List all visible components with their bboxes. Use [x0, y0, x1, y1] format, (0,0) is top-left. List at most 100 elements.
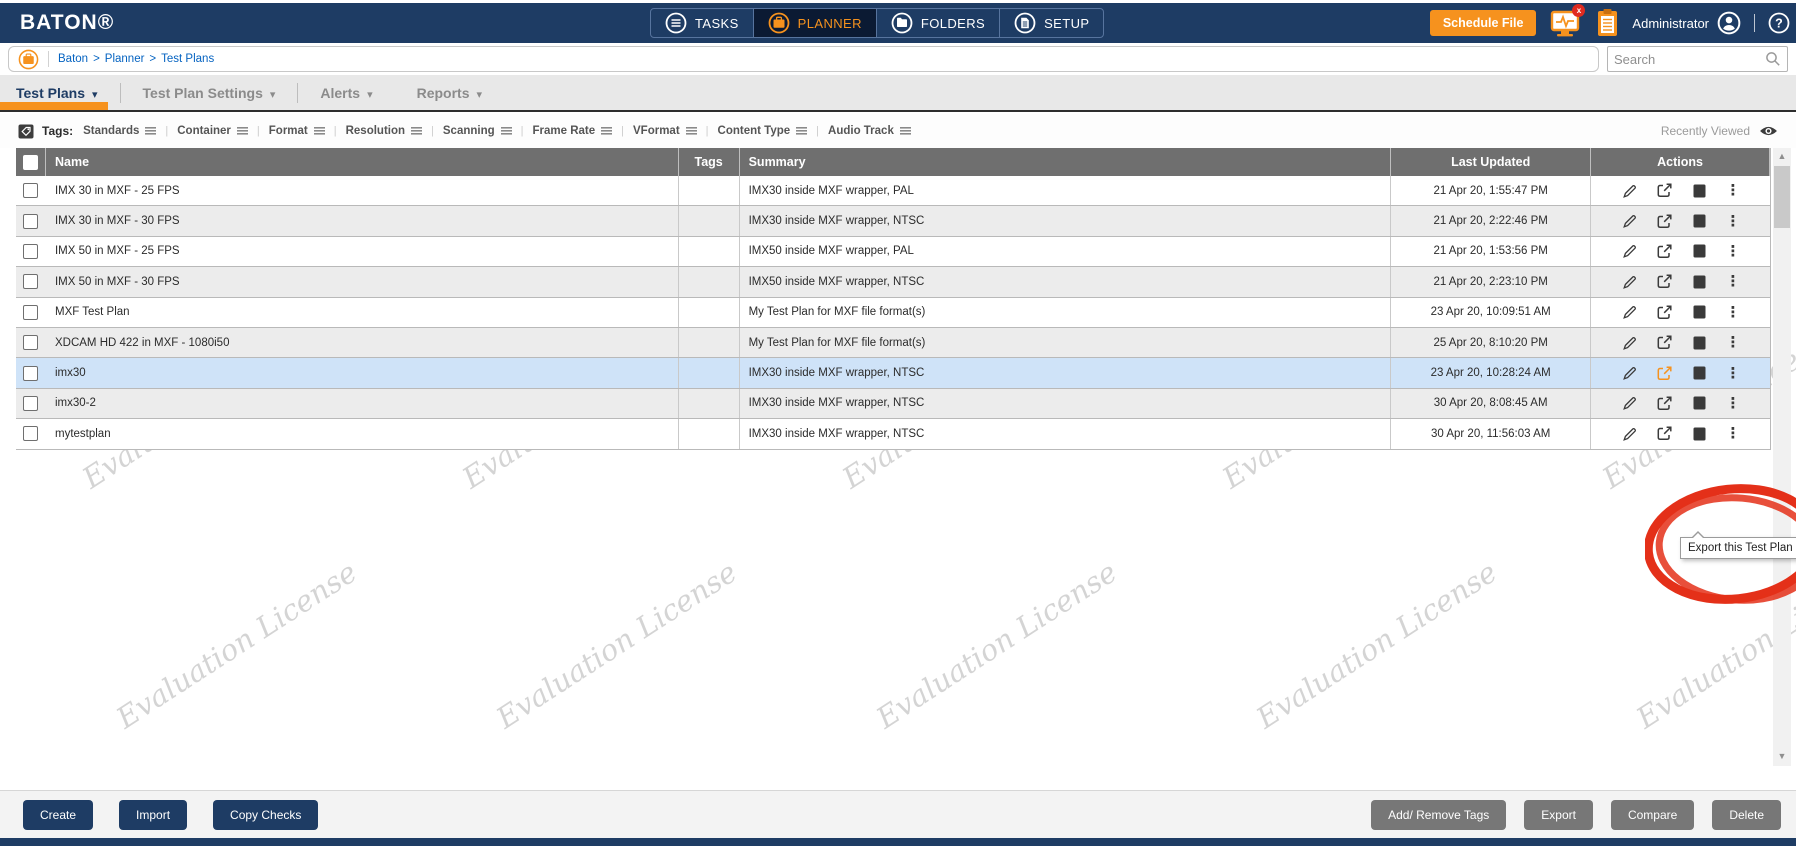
edit-icon[interactable] — [1621, 364, 1639, 382]
add-remove-tags-button[interactable]: Add/ Remove Tags — [1371, 800, 1506, 830]
vertical-scrollbar[interactable]: ▲ ▼ — [1773, 148, 1791, 766]
nav-tab-tasks[interactable]: TASKS — [651, 9, 754, 37]
more-menu-icon[interactable]: ⋮ — [1726, 366, 1741, 381]
copy-checks-button[interactable]: Copy Checks — [213, 800, 318, 830]
tag-filter-content-type[interactable]: Content Type — [718, 125, 808, 137]
more-menu-icon[interactable]: ⋮ — [1726, 335, 1741, 350]
nav-tab-planner[interactable]: PLANNER — [754, 9, 877, 37]
select-all-checkbox[interactable] — [23, 155, 38, 170]
edit-icon[interactable] — [1621, 425, 1639, 443]
more-menu-icon[interactable]: ⋮ — [1726, 183, 1741, 198]
export-icon[interactable] — [1656, 364, 1674, 382]
table-row[interactable]: IMX 30 in MXF - 25 FPS IMX30 inside MXF … — [16, 176, 1770, 206]
edit-icon[interactable] — [1621, 212, 1639, 230]
export-button[interactable]: Export — [1524, 800, 1593, 830]
breadcrumb-link-test-plans[interactable]: Test Plans — [161, 53, 214, 65]
edit-icon[interactable] — [1621, 394, 1639, 412]
breadcrumb-link-planner[interactable]: Planner — [105, 53, 145, 65]
row-checkbox[interactable] — [23, 244, 38, 259]
copy-icon[interactable] — [1691, 425, 1709, 443]
edit-icon[interactable] — [1621, 273, 1639, 291]
column-header-name[interactable]: Name — [46, 148, 679, 176]
nav-tab-folders[interactable]: FOLDERS — [877, 9, 1000, 37]
menu-reports[interactable]: Reports — [417, 85, 482, 101]
row-checkbox[interactable] — [23, 183, 38, 198]
table-row[interactable]: XDCAM HD 422 in MXF - 1080i50 My Test Pl… — [16, 328, 1770, 358]
create-button[interactable]: Create — [23, 800, 93, 830]
edit-icon[interactable] — [1621, 303, 1639, 321]
export-icon[interactable] — [1656, 212, 1674, 230]
table-row[interactable]: IMX 50 in MXF - 30 FPS IMX50 inside MXF … — [16, 267, 1770, 297]
table-row[interactable]: IMX 50 in MXF - 25 FPS IMX50 inside MXF … — [16, 237, 1770, 267]
more-menu-icon[interactable]: ⋮ — [1726, 274, 1741, 289]
tag-filter-resolution[interactable]: Resolution — [346, 125, 422, 137]
row-checkbox[interactable] — [23, 305, 38, 320]
table-row[interactable]: imx30-2 IMX30 inside MXF wrapper, NTSC 3… — [16, 389, 1770, 419]
copy-icon[interactable] — [1691, 182, 1709, 200]
row-checkbox[interactable] — [23, 366, 38, 381]
breadcrumb-link-baton[interactable]: Baton — [58, 53, 88, 65]
tag-filter-standards[interactable]: Standards — [83, 125, 156, 137]
clipboard-icon[interactable] — [1596, 8, 1619, 38]
tag-filter-vformat[interactable]: VFormat — [633, 125, 697, 137]
menu-alerts[interactable]: Alerts — [320, 85, 372, 101]
export-icon[interactable] — [1656, 425, 1674, 443]
tag-filter-audio-track[interactable]: Audio Track — [828, 125, 911, 137]
copy-icon[interactable] — [1691, 212, 1709, 230]
tag-filter-frame-rate[interactable]: Frame Rate — [533, 125, 613, 137]
menu-test-plan-settings[interactable]: Test Plan Settings — [143, 85, 276, 101]
help-icon[interactable]: ? — [1768, 12, 1790, 34]
row-checkbox[interactable] — [23, 426, 38, 441]
scroll-up-icon[interactable]: ▲ — [1773, 148, 1791, 164]
compare-button[interactable]: Compare — [1611, 800, 1694, 830]
edit-icon[interactable] — [1621, 334, 1639, 352]
export-icon[interactable] — [1656, 182, 1674, 200]
table-row[interactable]: MXF Test Plan My Test Plan for MXF file … — [16, 298, 1770, 328]
more-menu-icon[interactable]: ⋮ — [1726, 244, 1741, 259]
tag-icon — [18, 123, 35, 140]
scrollbar-thumb[interactable] — [1774, 166, 1790, 228]
copy-icon[interactable] — [1691, 303, 1709, 321]
table-row[interactable]: mytestplan IMX30 inside MXF wrapper, NTS… — [16, 419, 1770, 449]
import-button[interactable]: Import — [119, 800, 187, 830]
row-checkbox[interactable] — [23, 214, 38, 229]
tag-filter-scanning[interactable]: Scanning — [443, 125, 512, 137]
column-header-summary[interactable]: Summary — [740, 148, 1392, 176]
column-header-last-updated[interactable]: Last Updated — [1391, 148, 1591, 176]
copy-icon[interactable] — [1691, 394, 1709, 412]
copy-icon[interactable] — [1691, 334, 1709, 352]
recently-viewed-toggle[interactable]: Recently Viewed — [1661, 124, 1778, 138]
tag-filter-format[interactable]: Format — [269, 125, 325, 137]
row-actions: ⋮ — [1591, 176, 1770, 205]
more-menu-icon[interactable]: ⋮ — [1726, 396, 1741, 411]
export-icon[interactable] — [1656, 273, 1674, 291]
search-icon[interactable] — [1765, 51, 1781, 67]
user-menu[interactable]: Administrator — [1632, 11, 1741, 35]
delete-button[interactable]: Delete — [1712, 800, 1781, 830]
table-row[interactable]: IMX 30 in MXF - 30 FPS IMX30 inside MXF … — [16, 206, 1770, 236]
search-input[interactable] — [1614, 52, 1765, 67]
row-checkbox[interactable] — [23, 335, 38, 350]
row-checkbox[interactable] — [23, 396, 38, 411]
more-menu-icon[interactable]: ⋮ — [1726, 305, 1741, 320]
monitor-status-icon[interactable]: x — [1549, 8, 1583, 38]
export-icon[interactable] — [1656, 334, 1674, 352]
menu-test-plans[interactable]: Test Plans — [16, 85, 98, 101]
copy-icon[interactable] — [1691, 273, 1709, 291]
tag-filter-container[interactable]: Container — [177, 125, 248, 137]
export-icon[interactable] — [1656, 303, 1674, 321]
row-checkbox[interactable] — [23, 274, 38, 289]
export-icon[interactable] — [1656, 242, 1674, 260]
copy-icon[interactable] — [1691, 242, 1709, 260]
column-header-tags[interactable]: Tags — [679, 148, 740, 176]
more-menu-icon[interactable]: ⋮ — [1726, 426, 1741, 441]
nav-tab-setup[interactable]: SETUP — [1000, 9, 1103, 37]
more-menu-icon[interactable]: ⋮ — [1726, 214, 1741, 229]
edit-icon[interactable] — [1621, 182, 1639, 200]
schedule-file-button[interactable]: Schedule File — [1430, 10, 1537, 36]
edit-icon[interactable] — [1621, 242, 1639, 260]
export-icon[interactable] — [1656, 394, 1674, 412]
table-row[interactable]: imx30 IMX30 inside MXF wrapper, NTSC 23 … — [16, 358, 1770, 388]
copy-icon[interactable] — [1691, 364, 1709, 382]
scroll-down-icon[interactable]: ▼ — [1773, 748, 1791, 764]
